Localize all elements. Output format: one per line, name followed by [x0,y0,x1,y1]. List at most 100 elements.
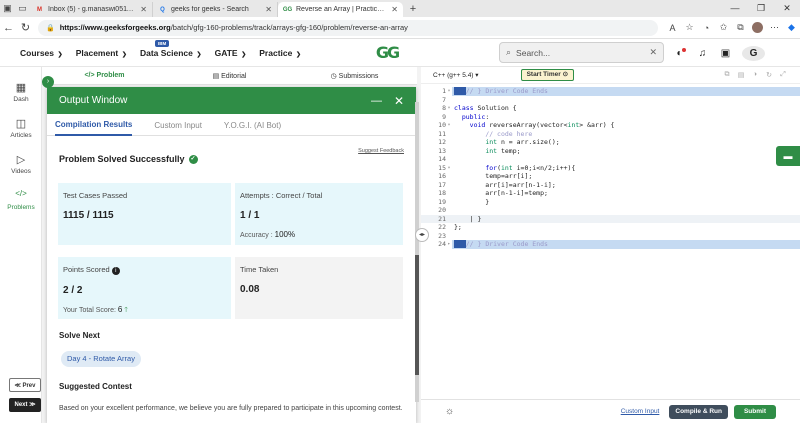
code-line[interactable]: 24 ▸ ▇▇▇// } Driver Code Ends [421,240,800,249]
output-window-header: Output Window — ✕ [47,87,416,114]
start-timer-button[interactable]: Start Timer ⊙ [520,69,575,81]
browser-tab-gmail[interactable]: M Inbox (5) - g.manaswi0511@gm... ✕ [30,2,153,17]
code-line[interactable]: 22}; [421,223,800,232]
rail-item-videos[interactable]: ▷ Videos [0,153,42,175]
favorite-star-icon[interactable]: ☆ [681,22,698,33]
collections-icon[interactable]: ⧉ [732,22,749,33]
code-line[interactable]: 21 | } [421,214,800,223]
minimize-output-icon[interactable]: — [371,95,382,107]
code-line[interactable]: 8 ▾ class Solution { [421,104,800,113]
url-field[interactable]: 🔒 https://www.geeksforgeeks.org/batch/gf… [38,19,658,36]
browser-tab-practice[interactable]: GG Reverse an Array | Practice | Geek...… [278,2,403,17]
reset-icon[interactable]: ↻ [762,71,776,79]
compile-run-button[interactable]: Compile & Run [669,404,728,419]
fullscreen-icon[interactable]: ⤢ [776,71,790,79]
code-line[interactable]: 1 ▾ ▇▇▇// } Driver Code Ends [421,87,800,96]
theme-icon[interactable]: ◑ [748,71,762,79]
copilot-icon[interactable]: ◔ [698,23,715,33]
lightbulb-icon[interactable]: ☼ [445,406,621,417]
chevron-down-icon: ❯ [120,51,127,58]
back-icon[interactable]: ← [0,22,17,34]
close-tab-icon[interactable]: ✕ [140,5,147,14]
next-problem-chip[interactable]: Day 4 - Rotate Array [61,351,141,367]
browser-toolbar: A ☆ ◔ ✩ ⧉ ⋯ ◆ [664,22,800,33]
code-text: for(int i=0;i<n/2;i++){ [485,163,576,172]
menu-practice[interactable]: Practice ❯ [259,48,301,58]
chat-bubble-icon[interactable]: ▬ [776,146,800,166]
code-line[interactable]: 17 arr[i]=arr[n-1-i]; [421,181,800,190]
copy-icon[interactable]: ⧉ [720,71,734,79]
close-window-icon[interactable]: ✕ [774,0,800,17]
tab-compilation-results[interactable]: Compilation Results [55,120,133,136]
restore-icon[interactable]: ❐ [748,0,774,17]
close-tab-icon[interactable]: ✕ [391,5,398,14]
rail-item-articles[interactable]: ◫ Articles [0,117,42,139]
search-input[interactable]: ⌕ Search... ✕ [499,42,664,63]
close-output-icon[interactable]: ✕ [394,94,404,108]
tab-yogi-ai-bot[interactable]: Y.O.G.I. (AI Bot) [224,121,281,135]
collapse-panel-button[interactable]: › [42,76,54,88]
gfg-logo[interactable]: GG [369,43,405,63]
menu-courses[interactable]: Courses ❯ [20,48,63,58]
menu-data-science[interactable]: IBM Data Science ❯ [140,39,202,58]
close-tab-icon[interactable]: ✕ [265,5,272,14]
next-button[interactable]: Next ≫ [9,398,41,412]
chevron-down-icon: ▾ [475,72,479,79]
editor-toolbar: C++ (g++ 5.4) ▾ Start Timer ⊙ ⧉ ▤ ◑ ↻ ⤢ [421,67,800,84]
tab-editorial[interactable]: ▤ Editorial [167,72,292,80]
code-line[interactable]: 11 // code here [421,130,800,139]
code-line[interactable]: 12 int n = arr.size(); [421,138,800,147]
code-line[interactable]: 13 int temp; [421,147,800,156]
code-text: ▇▇▇// } Driver Code Ends [452,87,800,96]
info-icon[interactable]: i [111,267,120,275]
code-text: }; [454,223,462,231]
code-line[interactable]: 18 arr[n-1-i]=temp; [421,189,800,198]
code-line[interactable]: 23 [421,232,800,241]
notification-bell-icon[interactable]: ♫ [691,48,714,59]
browser-profile-avatar[interactable] [752,22,763,33]
theme-toggle-icon[interactable]: ◐ [668,47,691,59]
menu-placement[interactable]: Placement ❯ [76,48,127,58]
edge-copilot-icon[interactable]: ◆ [783,22,800,33]
tab-custom-input[interactable]: Custom Input [154,121,202,135]
rail-item-dashboard[interactable]: ▦ Dash [0,81,42,103]
code-line[interactable]: 16 temp=arr[i]; [421,172,800,181]
code-line[interactable]: 15 ▾ for(int i=0;i<n/2;i++){ [421,164,800,173]
problem-tab-bar: </> Problem ▤ Editorial ◷ Submissions [42,67,417,85]
file-icon[interactable]: ▤ [734,71,748,79]
browser-tab-search[interactable]: Q geeks for geeks - Search ✕ [153,2,278,17]
code-line[interactable]: 9 public: [421,113,800,122]
browser-tab-strip: ▣ ▭ M Inbox (5) - g.manaswi0511@gm... ✕ … [0,0,800,17]
chevron-down-icon: ❯ [194,51,202,58]
code-line[interactable]: 20 [421,206,800,215]
new-tab-button[interactable]: + [406,3,420,15]
suggest-feedback-link[interactable]: Suggest Feedback [358,148,404,154]
code-line[interactable]: 7 [421,96,800,105]
tab-problem[interactable]: </> Problem [42,72,167,79]
menu-gate[interactable]: GATE ❯ [215,48,247,58]
code-line[interactable]: 19 } [421,198,800,207]
code-area[interactable]: 1 ▾ ▇▇▇// } Driver Code Ends 7 8 ▾ class Solut… [421,87,800,249]
rail-item-problems[interactable]: </> Problems [0,189,42,211]
user-avatar[interactable]: G [742,45,765,61]
sidebar-toggle-icon[interactable]: ▣ [0,0,15,17]
submit-button[interactable]: Submit [733,404,776,419]
code-line[interactable]: 10 ▾ void reverseArray(vector<int> &arr) … [421,121,800,130]
custom-input-link[interactable]: Custom Input [621,408,660,415]
code-line[interactable]: 14 [421,155,800,164]
output-scrollbar-thumb[interactable] [415,255,419,375]
read-aloud-icon[interactable]: A [664,23,681,33]
clear-search-icon[interactable]: ✕ [649,47,657,58]
minimize-icon[interactable]: — [722,0,748,17]
panel-splitter-handle[interactable]: ◂▸ [415,228,429,242]
streak-icon[interactable]: ▣ [714,48,737,59]
line-number: 11 [438,129,446,138]
prev-button[interactable]: ≪ Prev [9,378,41,392]
tab-actions-icon[interactable]: ▭ [15,0,30,17]
tab-submissions[interactable]: ◷ Submissions [292,72,417,80]
more-options-icon[interactable]: ⋯ [766,22,783,33]
refresh-icon[interactable]: ↻ [17,21,34,34]
favorites-icon[interactable]: ✩ [715,22,732,33]
language-select[interactable]: C++ (g++ 5.4) ▾ [433,71,479,79]
